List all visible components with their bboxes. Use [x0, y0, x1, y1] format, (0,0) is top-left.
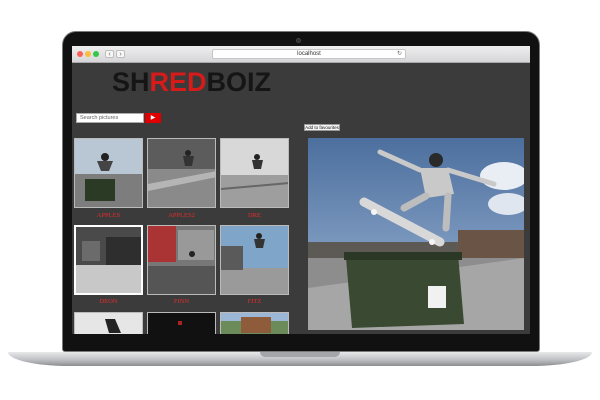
thumbnail-finn[interactable] — [147, 225, 216, 295]
thumbnail-row3-2[interactable] — [147, 312, 216, 334]
search-input[interactable]: Search pictures — [76, 113, 144, 123]
thumbnail-apples[interactable] — [74, 138, 143, 208]
browser-toolbar: ‹ › localhost ↻ — [72, 46, 530, 63]
thumbnail-deon[interactable] — [74, 225, 143, 295]
forward-button[interactable]: › — [116, 50, 125, 58]
thumbnail-caption: APPLES — [96, 212, 121, 219]
thumbnail-caption: DEON — [99, 298, 118, 305]
logo-part-1: SH — [112, 67, 150, 97]
thumbnail-caption: FINN — [173, 298, 190, 305]
add-to-favourites-button[interactable]: Add to favourites — [304, 124, 340, 131]
thumbnail-row3-3[interactable] — [220, 312, 289, 334]
search-button[interactable]: ▶ — [145, 113, 161, 123]
featured-photo — [308, 138, 524, 330]
logo-part-2: RED — [149, 67, 207, 97]
thumbnail-caption: DRE — [248, 212, 261, 219]
thumbnail-row3-1[interactable] — [74, 312, 143, 334]
reload-icon[interactable]: ↻ — [397, 50, 402, 59]
thumbnail-fitz[interactable] — [220, 225, 289, 295]
thumbnail-dre[interactable] — [220, 138, 289, 208]
camera-icon — [296, 38, 301, 43]
logo-part-3: BOIZ — [206, 67, 272, 97]
thumbnail-apples2[interactable] — [147, 138, 216, 208]
site-logo[interactable]: SHREDBOIZ — [112, 67, 271, 97]
close-window-button[interactable] — [77, 51, 83, 57]
address-bar[interactable]: localhost ↻ — [212, 49, 406, 59]
minimize-window-button[interactable] — [85, 51, 91, 57]
url-text: localhost — [297, 51, 321, 57]
laptop-notch — [260, 352, 340, 357]
thumbnail-caption: FITZ — [247, 298, 262, 305]
maximize-window-button[interactable] — [93, 51, 99, 57]
screen: ‹ › localhost ↻ SHREDBOIZ Search picture… — [72, 46, 530, 334]
thumbnail-caption: APPLES2 — [168, 212, 195, 219]
back-button[interactable]: ‹ — [105, 50, 114, 58]
